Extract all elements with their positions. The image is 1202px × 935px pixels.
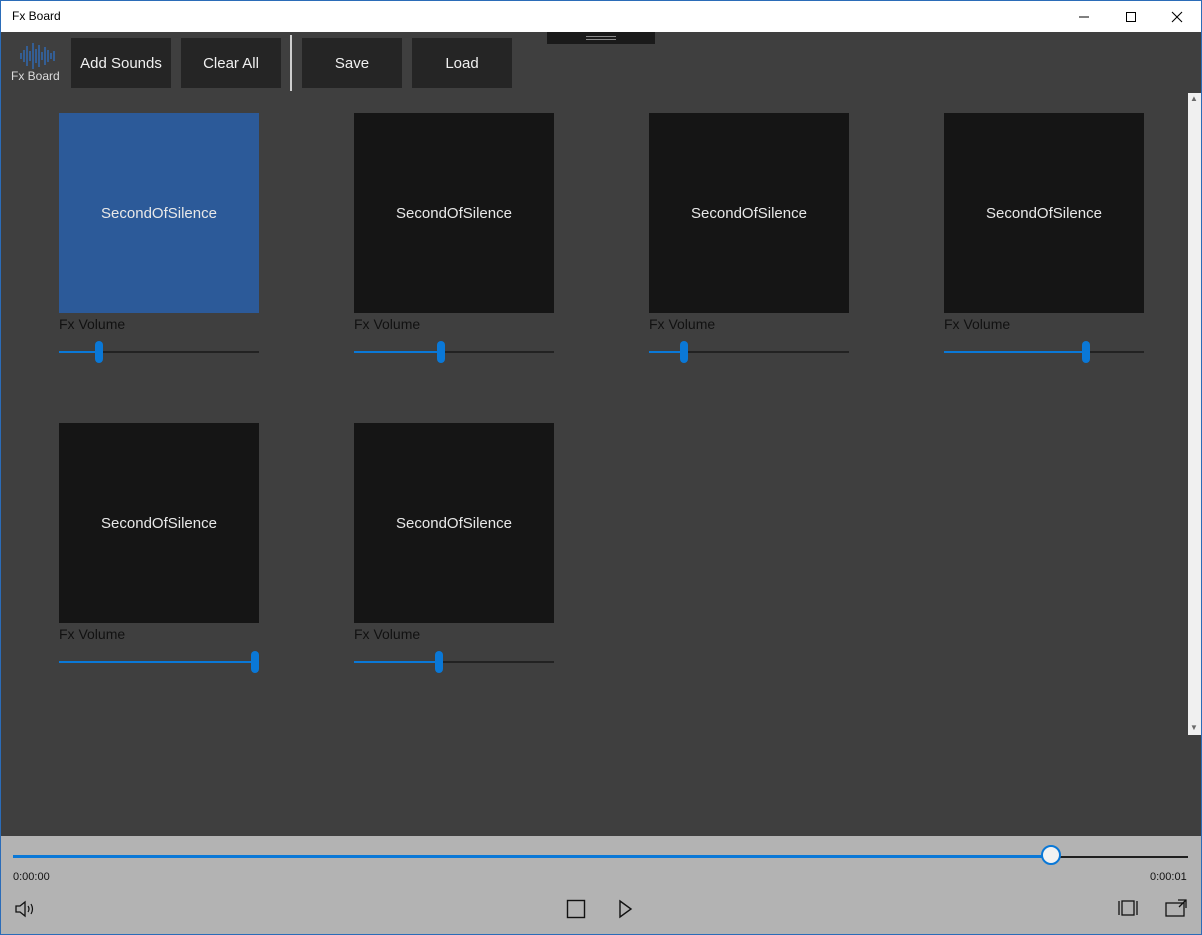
title-bar[interactable]: Fx Board	[1, 1, 1201, 32]
sound-name: SecondOfSilence	[986, 204, 1102, 222]
sound-tile[interactable]: SecondOfSilence	[354, 423, 554, 623]
volume-label: Fx Volume	[354, 626, 421, 642]
close-icon	[1171, 11, 1183, 22]
time-current: 0:00:00	[13, 871, 50, 883]
load-button[interactable]: Load	[412, 38, 512, 88]
volume-fill	[354, 661, 439, 663]
volume-thumb[interactable]	[435, 651, 443, 673]
zoom-button[interactable]	[1114, 894, 1142, 922]
volume-label: Fx Volume	[944, 316, 1011, 332]
volume-thumb[interactable]	[437, 341, 445, 363]
stop-icon	[566, 899, 586, 919]
volume-thumb[interactable]	[1082, 341, 1090, 363]
volume-fill	[649, 351, 684, 353]
save-button[interactable]: Save	[302, 38, 402, 88]
window-title: Fx Board	[12, 9, 61, 23]
volume-thumb[interactable]	[680, 341, 688, 363]
volume-thumb[interactable]	[95, 341, 103, 363]
volume-fill	[354, 351, 441, 353]
volume-slider[interactable]	[59, 650, 259, 674]
cast-icon	[1165, 899, 1187, 917]
volume-fill	[59, 351, 99, 353]
play-icon	[619, 899, 633, 919]
maximize-icon	[1126, 11, 1136, 22]
sound-tile[interactable]: SecondOfSilence	[649, 113, 849, 313]
volume-label: Fx Volume	[354, 316, 421, 332]
maximize-button[interactable]	[1108, 1, 1154, 32]
time-total: 0:00:01	[1150, 871, 1187, 883]
minimize-button[interactable]	[1061, 1, 1107, 32]
sound-tile[interactable]: SecondOfSilence	[354, 113, 554, 313]
stop-button[interactable]	[562, 895, 590, 923]
volume-label: Fx Volume	[649, 316, 716, 332]
scroll-down-icon[interactable]: ▼	[1190, 724, 1198, 732]
app-window: Fx Board Fx Board Add Sounds Clear All S…	[0, 0, 1202, 935]
sound-name: SecondOfSilence	[101, 204, 217, 222]
drag-handle[interactable]	[547, 32, 655, 44]
sound-tile[interactable]: SecondOfSilence	[59, 113, 259, 313]
cast-button[interactable]	[1162, 894, 1190, 922]
volume-slider[interactable]	[944, 340, 1144, 364]
logo-text: Fx Board	[11, 69, 60, 83]
volume-button[interactable]	[11, 895, 39, 923]
app-logo: Fx Board	[11, 41, 63, 85]
sound-name: SecondOfSilence	[101, 514, 217, 532]
zoom-icon	[1118, 900, 1138, 916]
volume-slider[interactable]	[59, 340, 259, 364]
seek-thumb[interactable]	[1041, 845, 1061, 865]
volume-thumb[interactable]	[251, 651, 259, 673]
speaker-icon	[15, 900, 34, 918]
volume-fill	[944, 351, 1086, 353]
volume-label: Fx Volume	[59, 626, 126, 642]
add-sounds-button[interactable]: Add Sounds	[71, 38, 171, 88]
scroll-up-icon[interactable]: ▲	[1190, 95, 1198, 103]
volume-label: Fx Volume	[59, 316, 126, 332]
sound-name: SecondOfSilence	[396, 204, 512, 222]
sound-tile[interactable]: SecondOfSilence	[59, 423, 259, 623]
sound-name: SecondOfSilence	[396, 514, 512, 532]
seek-progress	[13, 855, 1051, 858]
volume-slider[interactable]	[649, 340, 849, 364]
vertical-scrollbar[interactable]: ▲ ▼	[1188, 93, 1201, 735]
volume-slider[interactable]	[354, 650, 554, 674]
volume-slider[interactable]	[354, 340, 554, 364]
media-player: 0:00:00 0:00:01	[1, 836, 1201, 934]
volume-fill	[59, 661, 255, 663]
minimize-icon	[1079, 16, 1089, 17]
sound-name: SecondOfSilence	[691, 204, 807, 222]
play-button[interactable]	[611, 895, 639, 923]
clear-all-button[interactable]: Clear All	[181, 38, 281, 88]
close-button[interactable]	[1154, 1, 1200, 32]
toolbar-separator	[290, 35, 292, 91]
sound-tile[interactable]: SecondOfSilence	[944, 113, 1144, 313]
waveform-icon	[20, 43, 55, 69]
